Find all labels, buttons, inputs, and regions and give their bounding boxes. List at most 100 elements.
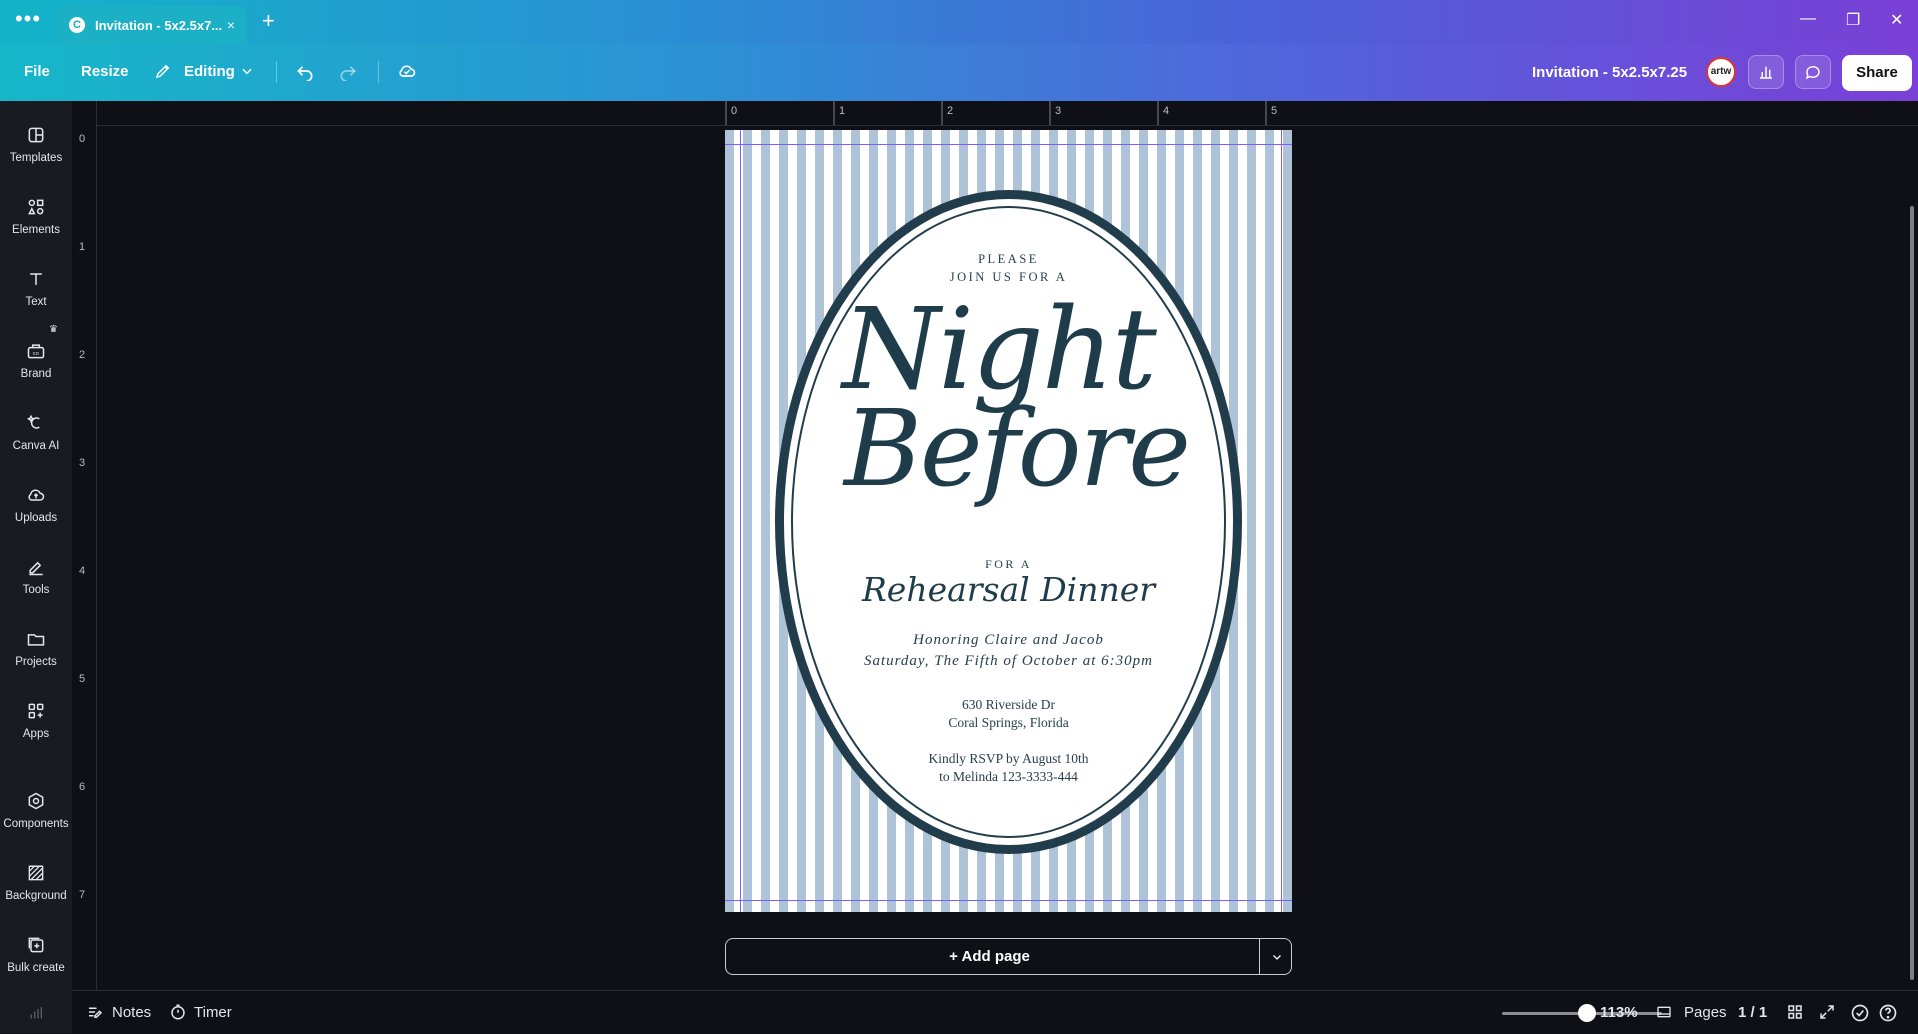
sidebar-item-text[interactable]: Text xyxy=(0,265,72,308)
margin-guide-bottom xyxy=(725,900,1292,901)
invite-date[interactable]: Saturday, The Fifth of October at 6:30pm xyxy=(725,653,1292,670)
pages-button[interactable]: Pages xyxy=(1684,1004,1727,1021)
horizontal-ruler: 0 1 2 3 4 5 xyxy=(96,101,1918,126)
chevron-down-icon[interactable] xyxy=(234,58,260,84)
design-page[interactable]: PLEASE JOIN US FOR A Night Before FOR A … xyxy=(725,130,1292,912)
resize-button[interactable]: Resize xyxy=(81,63,129,80)
sidebar-item-label: Elements xyxy=(12,224,60,236)
invite-honoring[interactable]: Honoring Claire and Jacob xyxy=(725,632,1292,649)
ruler-label: 4 xyxy=(79,565,86,577)
vertical-ruler: 0 1 2 3 4 5 6 7 xyxy=(72,101,97,990)
avatar[interactable]: artw xyxy=(1706,57,1736,87)
invite-address-line2[interactable]: Coral Springs, Florida xyxy=(725,715,1292,731)
cloud-save-icon[interactable] xyxy=(394,58,420,84)
ruler-label: 1 xyxy=(839,105,846,117)
sidebar-item-label: Uploads xyxy=(14,512,58,524)
comments-button[interactable] xyxy=(1795,55,1831,89)
browser-menu-icon[interactable]: ••• xyxy=(14,8,42,34)
ruler-label: 6 xyxy=(79,781,86,793)
vertical-scrollbar[interactable] xyxy=(1910,206,1914,980)
sidebar-item-label: Tools xyxy=(22,584,50,596)
zoom-slider-thumb[interactable] xyxy=(1577,1004,1596,1022)
sidebar-item-label: Templates xyxy=(9,152,63,164)
templates-icon xyxy=(0,121,72,149)
help-icon[interactable] xyxy=(1878,1003,1898,1028)
invite-rsvp-line1[interactable]: Kindly RSVP by August 10th xyxy=(725,751,1292,767)
upload-cloud-icon xyxy=(0,481,72,509)
margin-guide-top xyxy=(725,144,1292,145)
invite-title-before[interactable]: Before xyxy=(733,392,1292,506)
undo-icon[interactable] xyxy=(292,58,318,84)
sidebar-item-apps[interactable]: Apps xyxy=(0,697,72,740)
sidebar-item-label: Bulk create xyxy=(7,962,65,974)
ruler-label: 2 xyxy=(947,105,954,117)
check-circle-icon[interactable] xyxy=(1850,1003,1870,1028)
elements-icon xyxy=(0,193,72,221)
sidebar-item-components[interactable]: Components xyxy=(0,787,72,830)
invite-subtitle[interactable]: Rehearsal Dinner xyxy=(725,570,1292,610)
text-icon xyxy=(0,265,72,293)
restore-icon[interactable]: ❐ xyxy=(1846,10,1860,30)
canva-favicon-icon: C xyxy=(69,17,85,33)
left-sidebar: Templates Elements Text co Brand ♛ Canva… xyxy=(0,101,72,1033)
sidebar-item-label: Canva AI xyxy=(12,440,60,452)
canva-ai-icon xyxy=(0,409,72,437)
sidebar-item-uploads[interactable]: Uploads xyxy=(0,481,72,524)
add-page-bar: + Add page xyxy=(725,938,1292,975)
stats-icon[interactable] xyxy=(27,1005,45,1026)
add-page-button[interactable]: + Add page xyxy=(726,939,1253,974)
browser-tab[interactable]: C Invitation - 5x2.5x7... × xyxy=(57,6,247,44)
toolbar-divider xyxy=(378,61,379,83)
close-window-icon[interactable]: ✕ xyxy=(1890,10,1903,30)
margin-guide-left xyxy=(740,130,741,912)
sidebar-item-brand[interactable]: co Brand xyxy=(0,337,72,380)
zoom-slider[interactable] xyxy=(1502,1004,1662,1022)
sidebar-item-canva-ai[interactable]: Canva AI xyxy=(0,409,72,452)
ruler-label: 4 xyxy=(1163,105,1170,117)
invite-intro-line1[interactable]: PLEASE xyxy=(725,252,1292,267)
sidebar-item-background[interactable]: Background xyxy=(0,859,72,902)
sidebar-item-templates[interactable]: Templates xyxy=(0,121,72,164)
zoom-level[interactable]: 113% xyxy=(1600,1004,1638,1021)
tab-close-icon[interactable]: × xyxy=(227,17,235,33)
browser-tab-strip: ••• C Invitation - 5x2.5x7... × + — ❐ ✕ xyxy=(0,0,1918,44)
ruler-label: 5 xyxy=(79,673,86,685)
ruler-ticks xyxy=(725,101,1267,125)
fullscreen-icon[interactable] xyxy=(1818,1003,1836,1026)
new-tab-button[interactable]: + xyxy=(262,8,275,34)
invite-rsvp-line2[interactable]: to Melinda 123-3333-444 xyxy=(725,769,1292,785)
editor-toolbar: File Resize Editing Invitation - 5x2.5x7… xyxy=(0,44,1918,101)
pages-icon xyxy=(1655,1004,1673,1025)
timer-button[interactable]: Timer xyxy=(194,1004,232,1021)
grid-view-icon[interactable] xyxy=(1786,1003,1804,1026)
redo-icon[interactable] xyxy=(335,58,361,84)
bottom-status-bar: Notes Timer 113% Pages 1 / 1 xyxy=(72,990,1918,1034)
background-hatch-icon xyxy=(0,859,72,887)
file-menu-button[interactable]: File xyxy=(24,63,50,80)
sidebar-item-bulk-create[interactable]: Bulk create xyxy=(0,931,72,974)
svg-text:co: co xyxy=(33,351,39,357)
margin-guide-right xyxy=(1281,130,1282,912)
ruler-label: 3 xyxy=(79,457,86,469)
notes-button[interactable]: Notes xyxy=(112,1004,151,1021)
invite-intro-line2[interactable]: JOIN US FOR A xyxy=(725,270,1292,285)
crown-icon: ♛ xyxy=(49,324,58,335)
document-title[interactable]: Invitation - 5x2.5x7.25 xyxy=(1532,64,1687,81)
notes-icon xyxy=(86,1003,104,1026)
sidebar-item-projects[interactable]: Projects xyxy=(0,625,72,668)
sidebar-item-label: Text xyxy=(25,296,47,308)
chevron-down-icon[interactable] xyxy=(1263,939,1291,974)
share-button[interactable]: Share xyxy=(1842,55,1912,91)
invite-address-line1[interactable]: 630 Riverside Dr xyxy=(725,697,1292,713)
editing-mode-button[interactable]: Editing xyxy=(184,63,235,80)
sidebar-item-elements[interactable]: Elements xyxy=(0,193,72,236)
insights-button[interactable] xyxy=(1748,55,1784,89)
tools-pen-icon xyxy=(0,553,72,581)
minimize-icon[interactable]: — xyxy=(1800,10,1816,28)
bulk-create-icon xyxy=(0,931,72,959)
sidebar-item-label: Brand xyxy=(20,368,52,380)
sidebar-item-tools[interactable]: Tools xyxy=(0,553,72,596)
ruler-label: 7 xyxy=(79,889,86,901)
ruler-label: 2 xyxy=(79,349,86,361)
components-hexagon-icon xyxy=(0,787,72,815)
